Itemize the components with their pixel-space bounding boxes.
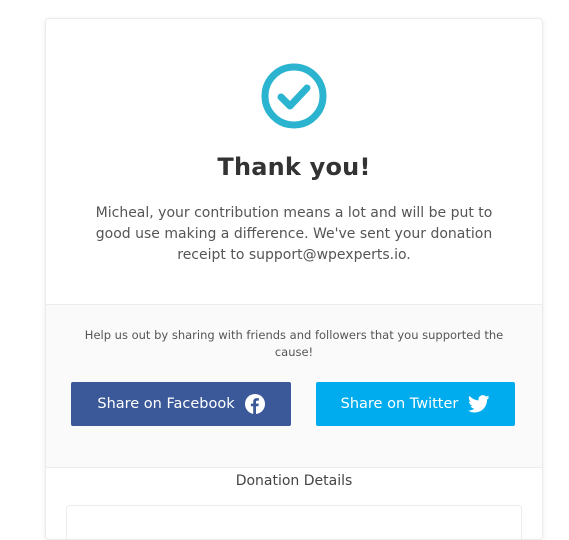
check-circle-icon [261, 63, 327, 129]
share-section: Help us out by sharing with friends and … [46, 304, 542, 468]
donation-details-title: Donation Details [235, 473, 353, 489]
donation-details-panel [66, 505, 522, 539]
share-facebook-label: Share on Facebook [97, 396, 235, 412]
confirmation-message: Micheal, your contribution means a lot a… [95, 205, 493, 263]
thank-you-title: Thank you! [217, 153, 371, 181]
facebook-icon [244, 394, 265, 414]
share-facebook-button[interactable]: Share on Facebook [71, 382, 291, 426]
share-twitter-button[interactable]: Share on Twitter [316, 382, 515, 426]
twitter-icon [468, 395, 490, 413]
donation-confirmation-card: Thank you! Micheal, your contribution me… [45, 18, 543, 540]
share-prompt: Help us out by sharing with friends and … [84, 328, 504, 359]
share-twitter-label: Share on Twitter [340, 396, 459, 412]
confirmation-section: Thank you! Micheal, your contribution me… [46, 19, 542, 304]
